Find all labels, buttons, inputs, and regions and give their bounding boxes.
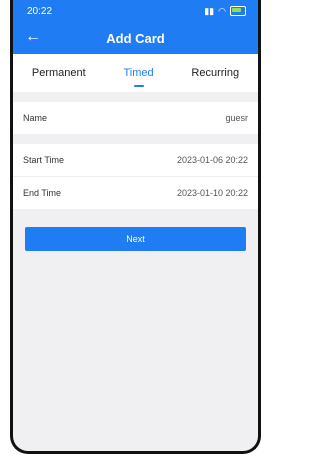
page-title: Add Card [106,30,165,46]
card-type-tabs: Permanent Timed Recurring [13,54,258,92]
signal-icon: ▮▮ [204,5,215,16]
battery-icon [230,6,246,16]
end-time-row[interactable]: End Time 2023-01-10 20:22 [13,176,258,209]
tab-recurring[interactable]: Recurring [185,59,245,87]
status-icons: ▮▮ ◠ [204,6,246,17]
nav-bar: ← Add Card [13,22,258,54]
start-time-value[interactable]: 2023-01-06 20:22 [177,155,248,165]
name-label: Name [23,113,48,123]
end-time-label: End Time [23,188,62,198]
name-value[interactable]: guesr [225,113,248,123]
status-time: 20:22 [27,5,53,17]
end-time-value[interactable]: 2023-01-10 20:22 [177,188,248,198]
wifi-icon: ◠ [218,5,226,16]
start-time-label: Start Time [23,155,65,165]
phone-frame: 20:22 ▮▮ ◠ ← Add Card Permanent Timed Re… [10,0,261,454]
tab-permanent[interactable]: Permanent [26,59,92,87]
arrow-left-icon[interactable]: ← [25,28,41,46]
time-section: Start Time 2023-01-06 20:22 End Time 202… [13,144,258,209]
status-bar: 20:22 ▮▮ ◠ [13,0,258,22]
tab-timed[interactable]: Timed [117,59,159,87]
start-time-row[interactable]: Start Time 2023-01-06 20:22 [13,144,258,176]
next-button[interactable]: Next [25,227,246,251]
name-row[interactable]: Name guesr [13,102,258,134]
name-section: Name guesr [13,102,258,134]
